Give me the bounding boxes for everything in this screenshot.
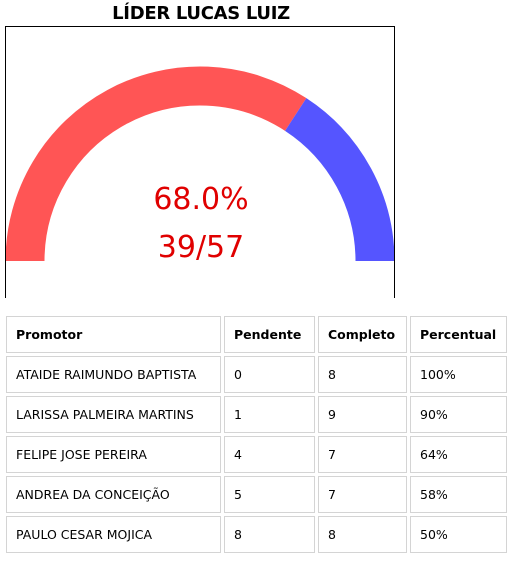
cell-percentual: 100% <box>410 356 507 393</box>
cell-pendente: 1 <box>224 396 315 433</box>
cell-promotor: PAULO CESAR MOJICA <box>6 516 221 553</box>
header-percentual: Percentual <box>410 316 507 353</box>
cell-pendente: 4 <box>224 436 315 473</box>
cell-completo: 7 <box>318 476 407 513</box>
cell-pendente: 0 <box>224 356 315 393</box>
cell-pendente: 5 <box>224 476 315 513</box>
table-row: FELIPE JOSE PEREIRA 4 7 64% <box>6 436 507 473</box>
cell-percentual: 64% <box>410 436 507 473</box>
cell-completo: 7 <box>318 436 407 473</box>
table-row: LARISSA PALMEIRA MARTINS 1 9 90% <box>6 396 507 433</box>
promoters-table: Promotor Pendente Completo Percentual AT… <box>3 313 510 556</box>
cell-percentual: 50% <box>410 516 507 553</box>
table-row: ANDREA DA CONCEIÇÃO 5 7 58% <box>6 476 507 513</box>
cell-promotor: ATAIDE RAIMUNDO BAPTISTA <box>6 356 221 393</box>
cell-pendente: 8 <box>224 516 315 553</box>
cell-completo: 8 <box>318 356 407 393</box>
table-row: ATAIDE RAIMUNDO BAPTISTA 0 8 100% <box>6 356 507 393</box>
table-row: PAULO CESAR MOJICA 8 8 50% <box>6 516 507 553</box>
gauge-percent-label: 68.0% <box>153 182 249 217</box>
cell-promotor: FELIPE JOSE PEREIRA <box>6 436 221 473</box>
cell-percentual: 90% <box>410 396 507 433</box>
header-pendente: Pendente <box>224 316 315 353</box>
cell-percentual: 58% <box>410 476 507 513</box>
cell-completo: 8 <box>318 516 407 553</box>
header-promotor: Promotor <box>6 316 221 353</box>
table-header-row: Promotor Pendente Completo Percentual <box>6 316 507 353</box>
gauge-fraction-label: 39/57 <box>157 230 245 265</box>
gauge-chart: 68.0% 39/57 <box>5 26 395 298</box>
cell-completo: 9 <box>318 396 407 433</box>
cell-promotor: LARISSA PALMEIRA MARTINS <box>6 396 221 433</box>
header-completo: Completo <box>318 316 407 353</box>
cell-promotor: ANDREA DA CONCEIÇÃO <box>6 476 221 513</box>
page-title: LÍDER LUCAS LUIZ <box>112 3 290 24</box>
